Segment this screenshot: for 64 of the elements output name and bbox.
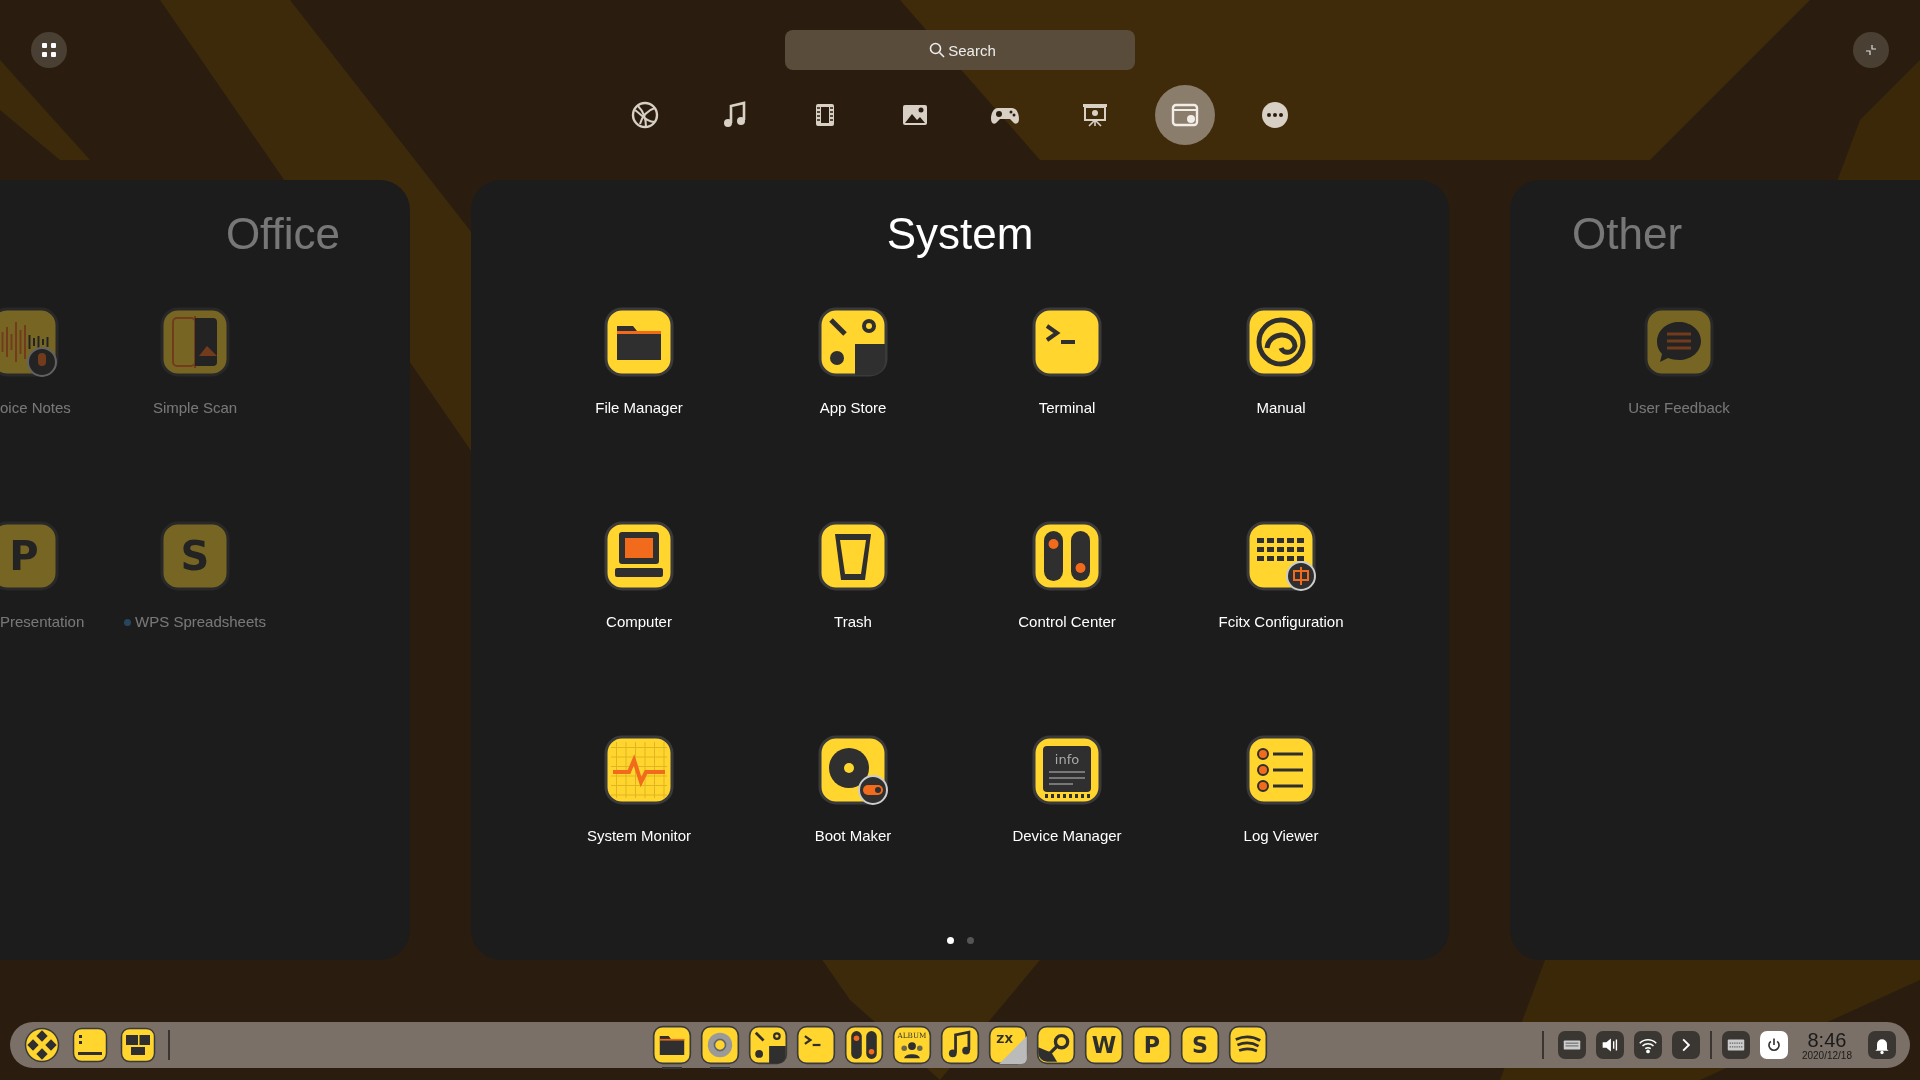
dock-button[interactable] [120, 1027, 156, 1063]
tray-button[interactable] [1671, 1031, 1700, 1059]
notifications-button[interactable] [1868, 1031, 1896, 1059]
tray-button[interactable] [1557, 1031, 1586, 1059]
more-icon [1260, 100, 1290, 130]
app-label[interactable]: Device Manager [1012, 826, 1122, 846]
game-client-icon [1036, 1025, 1076, 1065]
grid-icon [42, 43, 56, 57]
app-label[interactable]: Log Viewer [1243, 826, 1319, 846]
list-icon [1245, 734, 1317, 806]
app-label[interactable]: Fcitx Configuration [1218, 612, 1344, 632]
globe-icon [630, 100, 660, 130]
tray-button[interactable] [1721, 1031, 1750, 1059]
waveform-mic-icon [0, 306, 60, 378]
dock-button[interactable] [72, 1027, 108, 1063]
toggles-icon [844, 1025, 884, 1065]
browser-icon [700, 1025, 740, 1065]
folder-icon [652, 1025, 692, 1065]
diamond-grid-icon [24, 1027, 60, 1063]
panel-title: Other [1572, 208, 1683, 260]
disc-toggle-icon [817, 734, 889, 806]
tray-button[interactable] [1595, 1031, 1624, 1059]
chevron-right-icon [1681, 1038, 1690, 1052]
windows-icon [120, 1027, 156, 1063]
app-label[interactable]: File Manager [595, 398, 683, 418]
app-label[interactable]: Boot Maker [814, 826, 892, 846]
terminal-icon [796, 1025, 836, 1065]
letter-icon: P [0, 520, 60, 592]
signal-arcs-icon [1228, 1025, 1268, 1065]
app-label[interactable]: Manual [1256, 398, 1306, 418]
window-mode-button[interactable] [1853, 32, 1889, 68]
letter-icon: S [159, 520, 231, 592]
trash-icon [817, 520, 889, 592]
clock-date: 2020/12/18 [1801, 1050, 1852, 1061]
computer-icon [603, 520, 675, 592]
search-icon [929, 42, 945, 58]
pulse-chart-icon [603, 734, 675, 806]
swirl-icon [1245, 306, 1317, 378]
desktop-icon [72, 1027, 108, 1063]
dock-button[interactable] [24, 1027, 60, 1063]
chat-bubble-icon [1643, 306, 1715, 378]
app-label[interactable]: Terminal [1038, 398, 1096, 418]
folder-icon [603, 306, 675, 378]
app-label[interactable]: Trash [834, 612, 872, 632]
app-label[interactable]: App Store [819, 398, 887, 418]
all-apps-button[interactable] [31, 32, 67, 68]
toggles-icon [1031, 520, 1103, 592]
tray-button[interactable] [1633, 1031, 1662, 1059]
terminal-icon [1031, 306, 1103, 378]
keyboard-icon [1245, 520, 1317, 592]
tray-button[interactable] [1759, 1031, 1788, 1059]
panel-title: System [886, 208, 1034, 260]
app-label[interactable]: Control Center [1018, 612, 1116, 632]
tools-icon [748, 1025, 788, 1065]
document-scan-icon [159, 306, 231, 378]
chip-icon: info [1031, 734, 1103, 806]
search-field[interactable]: Search [785, 30, 1135, 70]
app-label[interactable]: Computer [606, 612, 672, 632]
tools-icon [817, 306, 889, 378]
clock-time: 8:46 [1807, 1029, 1847, 1050]
music-note-icon [940, 1025, 980, 1065]
panel-title: Office [225, 208, 340, 260]
app-label[interactable]: System Monitor [586, 826, 692, 846]
shrink-icon [1865, 44, 1877, 56]
